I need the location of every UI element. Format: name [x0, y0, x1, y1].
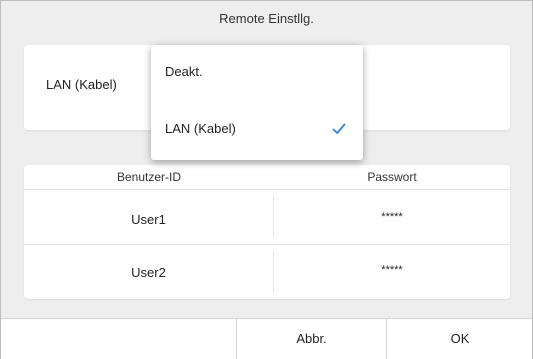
- dropdown-option-label: Deakt.: [165, 64, 203, 79]
- dropdown-option-lan-kabel[interactable]: LAN (Kabel): [151, 102, 363, 156]
- network-mode-value: LAN (Kabel): [46, 77, 117, 92]
- password-cell[interactable]: *****: [274, 264, 510, 276]
- user-id-cell[interactable]: User2: [24, 265, 273, 280]
- dialog-title: Remote Einstllg.: [219, 11, 314, 26]
- dropdown-option-label: LAN (Kabel): [165, 121, 236, 136]
- column-divider: [273, 197, 274, 237]
- dropdown-option-deakt[interactable]: Deakt.: [151, 45, 363, 99]
- cancel-button[interactable]: Abbr.: [236, 319, 386, 359]
- network-mode-dropdown: Deakt. LAN (Kabel): [151, 45, 363, 160]
- checkmark-icon: [332, 123, 346, 134]
- user-id-cell[interactable]: User1: [24, 212, 273, 227]
- header-divider: [24, 189, 510, 190]
- ok-button[interactable]: OK: [386, 319, 533, 359]
- column-header-user-id: Benutzer-ID: [116, 170, 182, 184]
- row-divider: [24, 244, 510, 245]
- password-cell[interactable]: *****: [274, 211, 510, 223]
- footer-empty-slot: [1, 319, 235, 359]
- column-header-password: Passwort: [367, 170, 417, 184]
- column-divider: [273, 252, 274, 292]
- user-credentials-table: Benutzer-ID Passwort User1 ***** User2 *…: [24, 165, 510, 299]
- dialog-footer: Abbr. OK: [1, 318, 532, 359]
